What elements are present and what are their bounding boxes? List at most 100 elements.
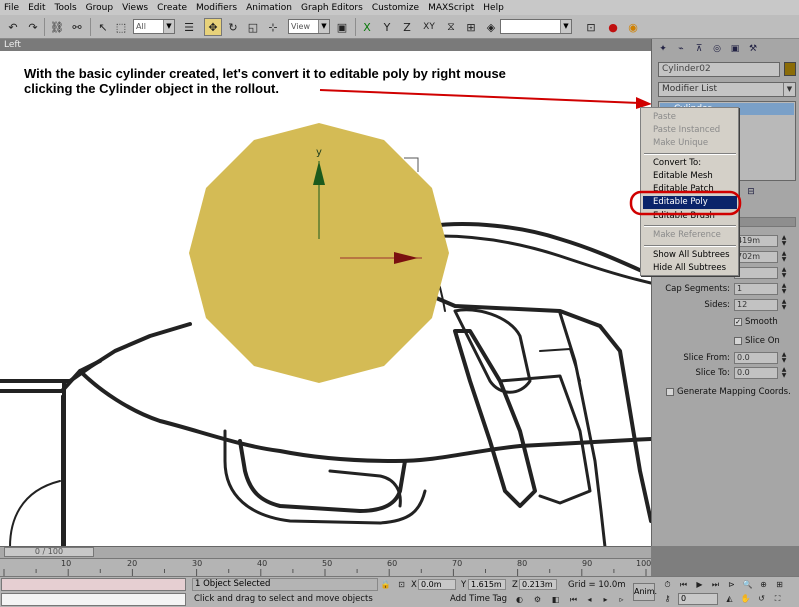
- slice-on-checkbox[interactable]: [734, 337, 742, 345]
- radius-spinner[interactable]: ▲ ▼: [780, 235, 788, 247]
- maxscript-input-field[interactable]: [1, 593, 186, 606]
- go-start-icon[interactable]: ⏮: [678, 579, 689, 590]
- key-icon[interactable]: ⚷: [662, 593, 673, 604]
- menu-group[interactable]: Group: [86, 3, 113, 13]
- menu-graph-editors[interactable]: Graph Editors: [301, 3, 363, 13]
- absolute-mode-icon[interactable]: ⊡: [396, 579, 407, 590]
- select-scale-icon[interactable]: ◱: [244, 18, 262, 36]
- slice-to-spinner[interactable]: ▲ ▼: [780, 367, 788, 379]
- viewport[interactable]: y With the basic cylinder created, let's…: [0, 51, 651, 547]
- cap-segments-field[interactable]: 1: [734, 283, 778, 295]
- selection-filter-dropdown[interactable]: All ▼: [133, 19, 175, 34]
- menu-item-show-all-subtrees[interactable]: Show All Subtrees: [653, 250, 730, 260]
- fov-icon[interactable]: ◭: [724, 593, 735, 604]
- y-coord-field[interactable]: 1.615m: [468, 579, 506, 590]
- modify-tab-icon[interactable]: ⌁: [674, 43, 688, 55]
- display-tab-icon[interactable]: ▣: [728, 43, 742, 55]
- add-time-tag[interactable]: Add Time Tag: [450, 594, 507, 604]
- pivot-center-icon[interactable]: ▣: [333, 18, 351, 36]
- radius-field[interactable]: 419m: [734, 235, 778, 247]
- slice-to-field[interactable]: 0.0: [734, 367, 778, 379]
- key-mode-icon[interactable]: ◐: [514, 594, 525, 605]
- key-mode-toggle-icon[interactable]: ⊳: [726, 579, 737, 590]
- key-filters-icon[interactable]: ◧: [550, 594, 561, 605]
- zoom-all-icon[interactable]: ⊕: [758, 579, 769, 590]
- axis-x-button[interactable]: X: [358, 18, 376, 36]
- menu-item-make-unique[interactable]: Make Unique: [653, 138, 708, 148]
- object-name-field[interactable]: Cylinder02: [658, 62, 780, 77]
- height-segments-field[interactable]: [734, 267, 778, 279]
- time-slider[interactable]: 0 / 100: [4, 547, 94, 557]
- play-anim-icon[interactable]: ▶: [694, 579, 705, 590]
- menu-edit[interactable]: Edit: [28, 3, 45, 13]
- modifier-list-dropdown[interactable]: Modifier List ▼: [658, 82, 796, 97]
- motion-tab-icon[interactable]: ◎: [710, 43, 724, 55]
- select-region-icon[interactable]: ⬚: [112, 18, 130, 36]
- prev-frame-icon[interactable]: ◂: [584, 594, 595, 605]
- gen-mapping-checkbox[interactable]: [666, 388, 674, 396]
- schematic-icon[interactable]: ⊡: [582, 18, 600, 36]
- time-config-icon[interactable]: ⏱: [662, 579, 673, 590]
- align-icon[interactable]: ⊞: [462, 18, 480, 36]
- height-segments-spinner[interactable]: ▲ ▼: [780, 267, 788, 279]
- menu-item-hide-all-subtrees[interactable]: Hide All Subtrees: [653, 263, 726, 273]
- z-coord-field[interactable]: 0.213m: [519, 579, 557, 590]
- lock-selection-icon[interactable]: 🔒: [380, 579, 391, 590]
- menu-file[interactable]: File: [4, 3, 19, 13]
- configure-sets-icon[interactable]: ⊟: [744, 186, 758, 198]
- link-icon[interactable]: ⛓: [48, 18, 66, 36]
- menu-tools[interactable]: Tools: [55, 3, 77, 13]
- menu-maxscript[interactable]: MAXScript: [428, 3, 474, 13]
- next-frame-icon[interactable]: ▹: [616, 594, 627, 605]
- hierarchy-tab-icon[interactable]: ⊼: [692, 43, 706, 55]
- utilities-tab-icon[interactable]: ⚒: [746, 43, 760, 55]
- render-icon[interactable]: ◉: [624, 18, 642, 36]
- select-move-icon[interactable]: ✥: [204, 18, 222, 36]
- set-key-icon[interactable]: ⚙: [532, 594, 543, 605]
- height-field[interactable]: 702m: [734, 251, 778, 263]
- maximize-viewport-icon[interactable]: ⛶: [772, 593, 783, 604]
- select-by-name-icon[interactable]: ☰: [180, 18, 198, 36]
- slice-from-spinner[interactable]: ▲ ▼: [780, 352, 788, 364]
- menu-views[interactable]: Views: [122, 3, 148, 13]
- undo-icon[interactable]: ↶: [4, 18, 22, 36]
- menu-help[interactable]: Help: [483, 3, 504, 13]
- menu-item-paste-instanced[interactable]: Paste Instanced: [653, 125, 720, 135]
- viewport-label[interactable]: Left: [0, 39, 651, 51]
- height-spinner[interactable]: ▲ ▼: [780, 251, 788, 263]
- x-coord-field[interactable]: 0.0m: [418, 579, 456, 590]
- smooth-checkbox[interactable]: ✓: [734, 318, 742, 326]
- menu-item-make-reference[interactable]: Make Reference: [653, 230, 721, 240]
- maxscript-listener-field[interactable]: [1, 578, 186, 591]
- go-to-start-icon[interactable]: ⏮: [568, 594, 579, 605]
- cap-segments-spinner[interactable]: ▲ ▼: [780, 283, 788, 295]
- arc-rotate-icon[interactable]: ↺: [756, 593, 767, 604]
- menu-item-editable-brush[interactable]: Editable Brush: [653, 211, 715, 221]
- menu-customize[interactable]: Customize: [372, 3, 419, 13]
- pan-icon[interactable]: ✋: [740, 593, 751, 604]
- axis-xy-button[interactable]: XY: [418, 18, 440, 36]
- zoom-extents-icon[interactable]: ⊞: [774, 579, 785, 590]
- menu-animation[interactable]: Animation: [246, 3, 292, 13]
- menu-create[interactable]: Create: [157, 3, 187, 13]
- menu-item-editable-patch[interactable]: Editable Patch: [653, 184, 714, 194]
- object-color-swatch[interactable]: [784, 62, 796, 76]
- mirror-icon[interactable]: ⧖: [442, 18, 460, 36]
- axis-y-button[interactable]: Y: [378, 18, 396, 36]
- menu-modifiers[interactable]: Modifiers: [196, 3, 237, 13]
- auto-key-button[interactable]: Anim.: [633, 583, 657, 601]
- play-icon[interactable]: ▸: [600, 594, 611, 605]
- named-selection-icon[interactable]: ◈: [482, 18, 500, 36]
- menu-item-editable-poly[interactable]: Editable Poly: [643, 196, 737, 209]
- menu-item-paste[interactable]: Paste: [653, 112, 676, 122]
- redo-icon[interactable]: ↷: [24, 18, 42, 36]
- create-tab-icon[interactable]: ✦: [656, 43, 670, 55]
- teapot-icon[interactable]: ●: [604, 18, 622, 36]
- select-manipulate-icon[interactable]: ⊹: [264, 18, 282, 36]
- time-slider-track[interactable]: [0, 546, 651, 558]
- named-selection-dropdown[interactable]: ▼: [500, 19, 572, 34]
- unlink-icon[interactable]: ⚯: [68, 18, 86, 36]
- sides-field[interactable]: 12: [734, 299, 778, 311]
- current-frame-field[interactable]: 0: [678, 593, 718, 605]
- slice-from-field[interactable]: 0.0: [734, 352, 778, 364]
